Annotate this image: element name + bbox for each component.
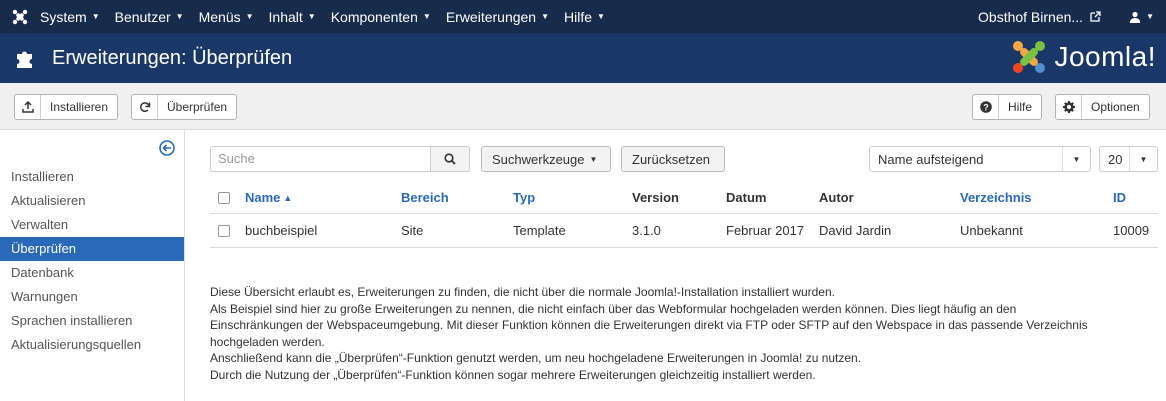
cell-date: Februar 2017 [726,223,805,238]
joomla-brand-icon [1013,41,1046,73]
column-client[interactable]: Bereich [401,182,449,213]
select-all-checkbox[interactable] [218,182,230,213]
info-line: Als Beispiel sind hier zu große Erweiter… [210,301,1088,349]
column-type[interactable]: Typ [513,182,535,213]
nav-help[interactable]: Hilfe ▼ [564,9,605,25]
joomla-brand: Joomla! [1010,38,1156,76]
reset-button[interactable]: Zurücksetzen [621,146,725,172]
info-line: Anschließend kann die „Überprüfen“-Funkt… [210,351,862,365]
column-author: Autor [819,190,854,205]
user-icon [1129,11,1141,23]
page-title: Erweiterungen: Überprüfen [52,46,293,69]
cell-author: David Jardin [819,223,892,238]
upload-icon [15,95,41,119]
toolbar: Installieren Überprüfen ? Hilfe Optionen [0,83,1166,130]
caret-down-icon: ▼ [1062,147,1090,171]
sort-asc-icon: ▲ [283,192,293,203]
column-name[interactable]: Name ▲ [245,182,292,213]
discover-button[interactable]: Überprüfen [131,94,238,120]
column-folder[interactable]: Verzeichnis [960,182,1032,213]
search-icon [444,153,456,165]
page-header: Erweiterungen: Überprüfen Joomla! [0,33,1166,83]
caret-down-icon: ▼ [589,154,598,164]
refresh-icon [132,95,158,119]
site-link[interactable]: Obsthof Birnen... [978,9,1101,25]
user-menu[interactable]: ▼ [1129,11,1154,23]
caret-down-icon: ▼ [91,12,100,21]
limit-select[interactable]: 20 ▼ [1099,146,1158,172]
caret-down-icon: ▼ [307,12,316,21]
puzzle-icon [15,47,37,69]
cell-folder: Unbekannt [960,223,1023,238]
nav-system[interactable]: System ▼ [40,9,100,25]
sidebar-item-update-sites[interactable]: Aktualisierungsquellen [0,333,184,357]
external-link-icon [1090,11,1101,22]
caret-down-icon: ▼ [1146,12,1154,21]
extensions-table: Name ▲ Bereich Typ Version Datum Autor V… [210,182,1158,248]
column-version: Version [632,190,679,205]
brand-name: Joomla! [1054,41,1156,72]
nav-menus[interactable]: Menüs ▼ [199,9,254,25]
nav-content[interactable]: Inhalt ▼ [269,9,316,25]
question-icon: ? [973,95,999,119]
nav-extensions[interactable]: Erweiterungen ▼ [446,9,549,25]
sidebar-item-discover[interactable]: Überprüfen [0,237,184,261]
ordering-select[interactable]: Name aufsteigend ▼ [869,146,1091,172]
caret-down-icon: ▼ [422,12,431,21]
table-row: buchbeispiel Site Template 3.1.0 Februar… [210,214,1158,248]
info-text: Diese Übersicht erlaubt es, Erweiterunge… [210,284,1110,383]
sidebar-item-install-languages[interactable]: Sprachen installieren [0,309,184,333]
info-line: Diese Übersicht erlaubt es, Erweiterunge… [210,285,835,299]
options-button[interactable]: Optionen [1055,94,1150,120]
column-date: Datum [726,190,767,205]
cell-version: 3.1.0 [632,223,661,238]
caret-down-icon: ▼ [245,12,254,21]
cell-client: Site [401,223,424,238]
table-header: Name ▲ Bereich Typ Version Datum Autor V… [210,182,1158,214]
search-button[interactable] [430,146,470,172]
gear-icon [1056,95,1082,119]
joomla-logo-icon[interactable] [0,0,40,33]
caret-down-icon: ▼ [541,12,550,21]
sidebar-item-warnings[interactable]: Warnungen [0,285,184,309]
sidebar-item-manage[interactable]: Verwalten [0,213,184,237]
caret-down-icon: ▼ [597,12,605,21]
sidebar-item-install[interactable]: Installieren [0,165,184,189]
search-input[interactable]: Suche [210,146,430,172]
column-id[interactable]: ID [1113,182,1126,213]
cell-type: Template [513,223,566,238]
caret-down-icon: ▼ [175,12,184,21]
sidebar-menu: Installieren Aktualisieren Verwalten Übe… [0,165,184,357]
row-checkbox[interactable] [218,214,230,247]
help-button[interactable]: ? Hilfe [972,94,1043,120]
sidebar: Installieren Aktualisieren Verwalten Übe… [0,130,185,401]
install-button[interactable]: Installieren [14,94,119,120]
caret-down-icon: ▼ [1129,147,1157,171]
info-line: Durch die Nutzung der „Überprüfen“-Funkt… [210,367,816,382]
search-tools-button[interactable]: Suchwerkzeuge ▼ [481,146,611,172]
sidebar-item-update[interactable]: Aktualisieren [0,189,184,213]
collapse-sidebar-icon[interactable] [159,140,175,159]
sidebar-item-database[interactable]: Datenbank [0,261,184,285]
nav-users[interactable]: Benutzer ▼ [115,9,184,25]
svg-text:?: ? [983,102,989,112]
cell-id: 10009 [1113,223,1150,238]
top-navbar: System ▼ Benutzer ▼ Menüs ▼ Inhalt ▼ Kompone… [0,0,1166,33]
nav-components[interactable]: Komponenten ▼ [331,9,431,25]
cell-name: buchbeispiel [245,223,318,238]
